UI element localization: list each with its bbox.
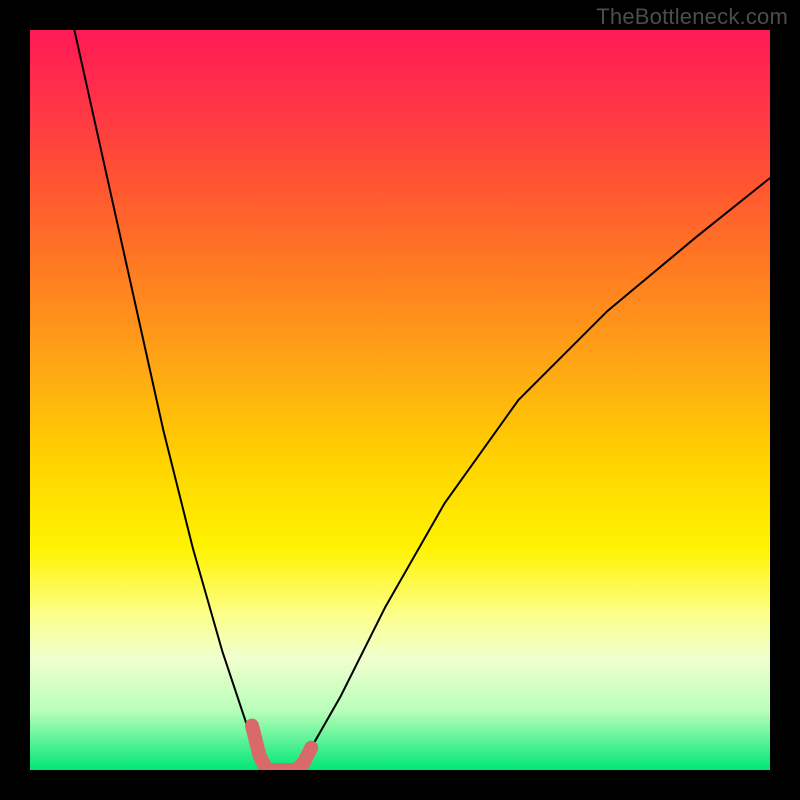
- watermark-text: TheBottleneck.com: [596, 4, 788, 30]
- outer-frame: TheBottleneck.com: [0, 0, 800, 800]
- plot-area: [30, 30, 770, 770]
- bottleneck-curve-right: [296, 178, 770, 770]
- optimum-marker: [252, 726, 311, 770]
- curves-svg: [30, 30, 770, 770]
- bottleneck-curve-left: [74, 30, 266, 770]
